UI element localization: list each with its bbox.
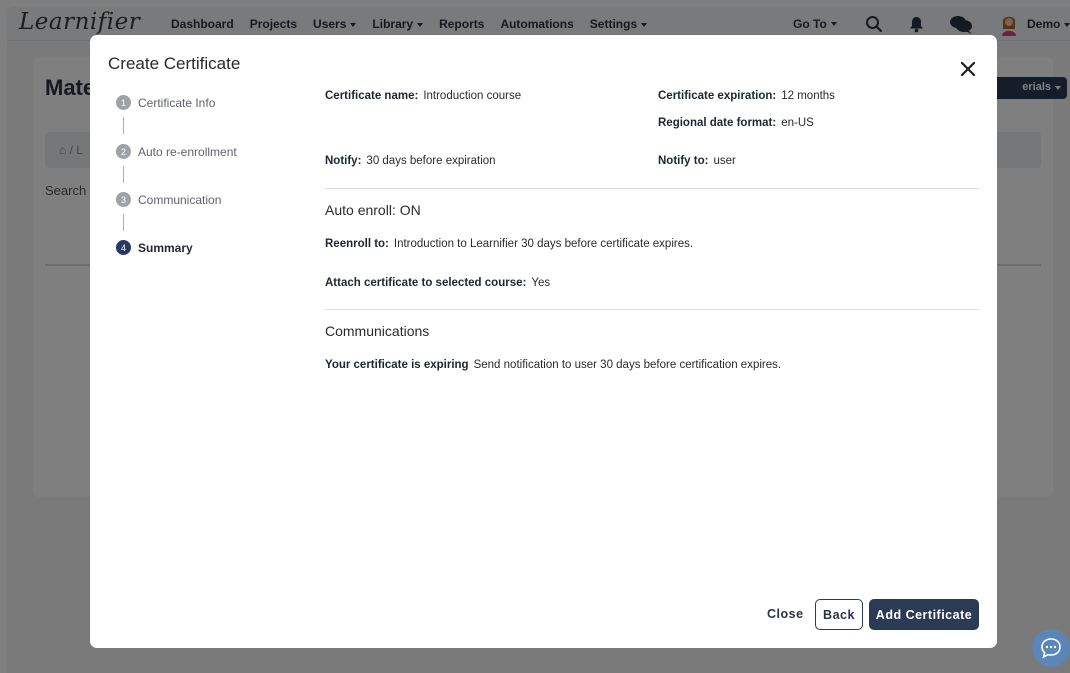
step-number: 2 [116,144,131,159]
step-label: Auto re-enrollment [138,144,237,159]
field-value: Introduction to Learnifier 30 days befor… [393,238,694,250]
notify-to-row: Notify to: user [658,155,736,167]
step-label: Communication [138,192,222,207]
certificate-name-row: Certificate name: Introduction course [325,90,521,102]
create-certificate-modal: Create Certificate 1 Certificate Info 2 … [90,35,997,648]
field-label: Your certificate is expiring [325,359,469,371]
field-value: 12 months [781,90,835,102]
field-value: en-US [781,117,814,129]
step-connector [123,214,124,231]
section-divider [325,188,979,189]
field-value: Introduction course [423,90,522,102]
step-number: 3 [116,192,131,207]
step-number: 4 [116,240,131,255]
modal-title: Create Certificate [108,54,241,73]
field-value: Yes [531,277,551,289]
step-label: Certificate Info [138,95,216,110]
step-label: Summary [138,240,193,255]
step-connector [123,117,124,134]
field-value: Send notification to user 30 days before… [473,359,782,371]
step-communication[interactable]: 3 Communication [116,192,221,207]
add-certificate-button[interactable]: Add Certificate [869,599,979,630]
notify-row: Notify: 30 days before expiration [325,155,496,167]
back-button[interactable]: Back [815,599,863,630]
field-value: user [713,155,736,167]
communication-row: Your certificate is expiring Send notific… [325,359,781,371]
step-certificate-info[interactable]: 1 Certificate Info [116,95,215,110]
section-divider [325,309,979,310]
support-chat-button[interactable] [1032,629,1070,667]
chat-bubble-icon [1041,638,1061,659]
step-connector [123,166,124,183]
attach-certificate-row: Attach certificate to selected course: Ye… [325,277,550,289]
regional-date-format-row: Regional date format: en-US [658,117,814,129]
field-label: Notify to: [658,155,709,167]
field-label: Attach certificate to selected course: [325,277,527,289]
auto-enroll-title: Auto enroll: ON [325,202,421,218]
step-number: 1 [116,95,131,110]
field-label: Certificate expiration: [658,90,777,102]
field-label: Notify: [325,155,362,167]
close-button[interactable]: Close [767,607,804,621]
field-label: Certificate name: [325,90,419,102]
field-value: 30 days before expiration [366,155,496,167]
field-label: Regional date format: [658,117,777,129]
reenroll-row: Reenroll to: Introduction to Learnifier 3… [325,238,693,250]
step-summary[interactable]: 4 Summary [116,240,193,255]
communications-title: Communications [325,323,430,339]
step-auto-re-enrollment[interactable]: 2 Auto re-enrollment [116,144,237,159]
certificate-expiration-row: Certificate expiration: 12 months [658,90,835,102]
field-label: Reenroll to: [325,238,389,250]
close-icon[interactable] [958,59,978,79]
